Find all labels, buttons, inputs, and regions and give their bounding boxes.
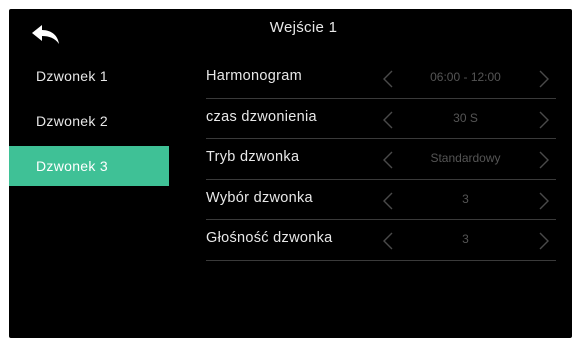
page-title: Wejście 1: [269, 19, 338, 36]
setting-value: 30 S: [453, 110, 478, 125]
setting-row-czas-dzwonienia: czas dzwonienia 30 S: [206, 99, 556, 139]
screen: Wejście 1 Dzwonek 1 Dzwonek 2 Dzwonek 3 …: [9, 9, 572, 338]
chevron-right-icon[interactable]: [537, 151, 551, 169]
setting-value: 06:00 - 12:00: [430, 70, 501, 84]
chevron-left-icon[interactable]: [381, 192, 395, 210]
setting-row-glosnosc-dzwonka: Głośność dzwonka 3: [206, 220, 556, 261]
setting-value: Standardowy: [430, 151, 501, 165]
sidebar-item-dzwonek-1[interactable]: Dzwonek 1: [9, 56, 169, 96]
chevron-right-icon[interactable]: [537, 192, 551, 210]
setting-value: 3: [462, 191, 469, 206]
setting-value: 3: [462, 232, 469, 246]
sidebar-item-dzwonek-2[interactable]: Dzwonek 2: [9, 101, 169, 141]
sidebar: Dzwonek 1 Dzwonek 2 Dzwonek 3: [9, 56, 169, 191]
setting-label: Harmonogram: [206, 68, 302, 84]
setting-label: Głośność dzwonka: [206, 230, 333, 246]
setting-label: czas dzwonienia: [206, 108, 317, 125]
sidebar-item-label: Dzwonek 2: [36, 113, 108, 129]
sidebar-item-label: Dzwonek 3: [36, 158, 108, 174]
chevron-right-icon[interactable]: [537, 111, 551, 129]
setting-row-tryb-dzwonka: Tryb dzwonka Standardowy: [206, 139, 556, 180]
chevron-left-icon[interactable]: [381, 232, 395, 250]
chevron-right-icon[interactable]: [537, 232, 551, 250]
chevron-left-icon[interactable]: [381, 111, 395, 129]
chevron-left-icon[interactable]: [381, 70, 395, 88]
setting-label: Wybór dzwonka: [206, 189, 313, 206]
settings-list: Harmonogram 06:00 - 12:00 czas dzwonieni…: [206, 58, 556, 261]
setting-row-wybor-dzwonka: Wybór dzwonka 3: [206, 180, 556, 220]
setting-label: Tryb dzwonka: [206, 149, 300, 165]
sidebar-item-dzwonek-3[interactable]: Dzwonek 3: [9, 146, 169, 186]
chevron-right-icon[interactable]: [537, 70, 551, 88]
setting-row-harmonogram: Harmonogram 06:00 - 12:00: [206, 58, 556, 99]
chevron-left-icon[interactable]: [381, 151, 395, 169]
sidebar-item-label: Dzwonek 1: [36, 68, 108, 84]
